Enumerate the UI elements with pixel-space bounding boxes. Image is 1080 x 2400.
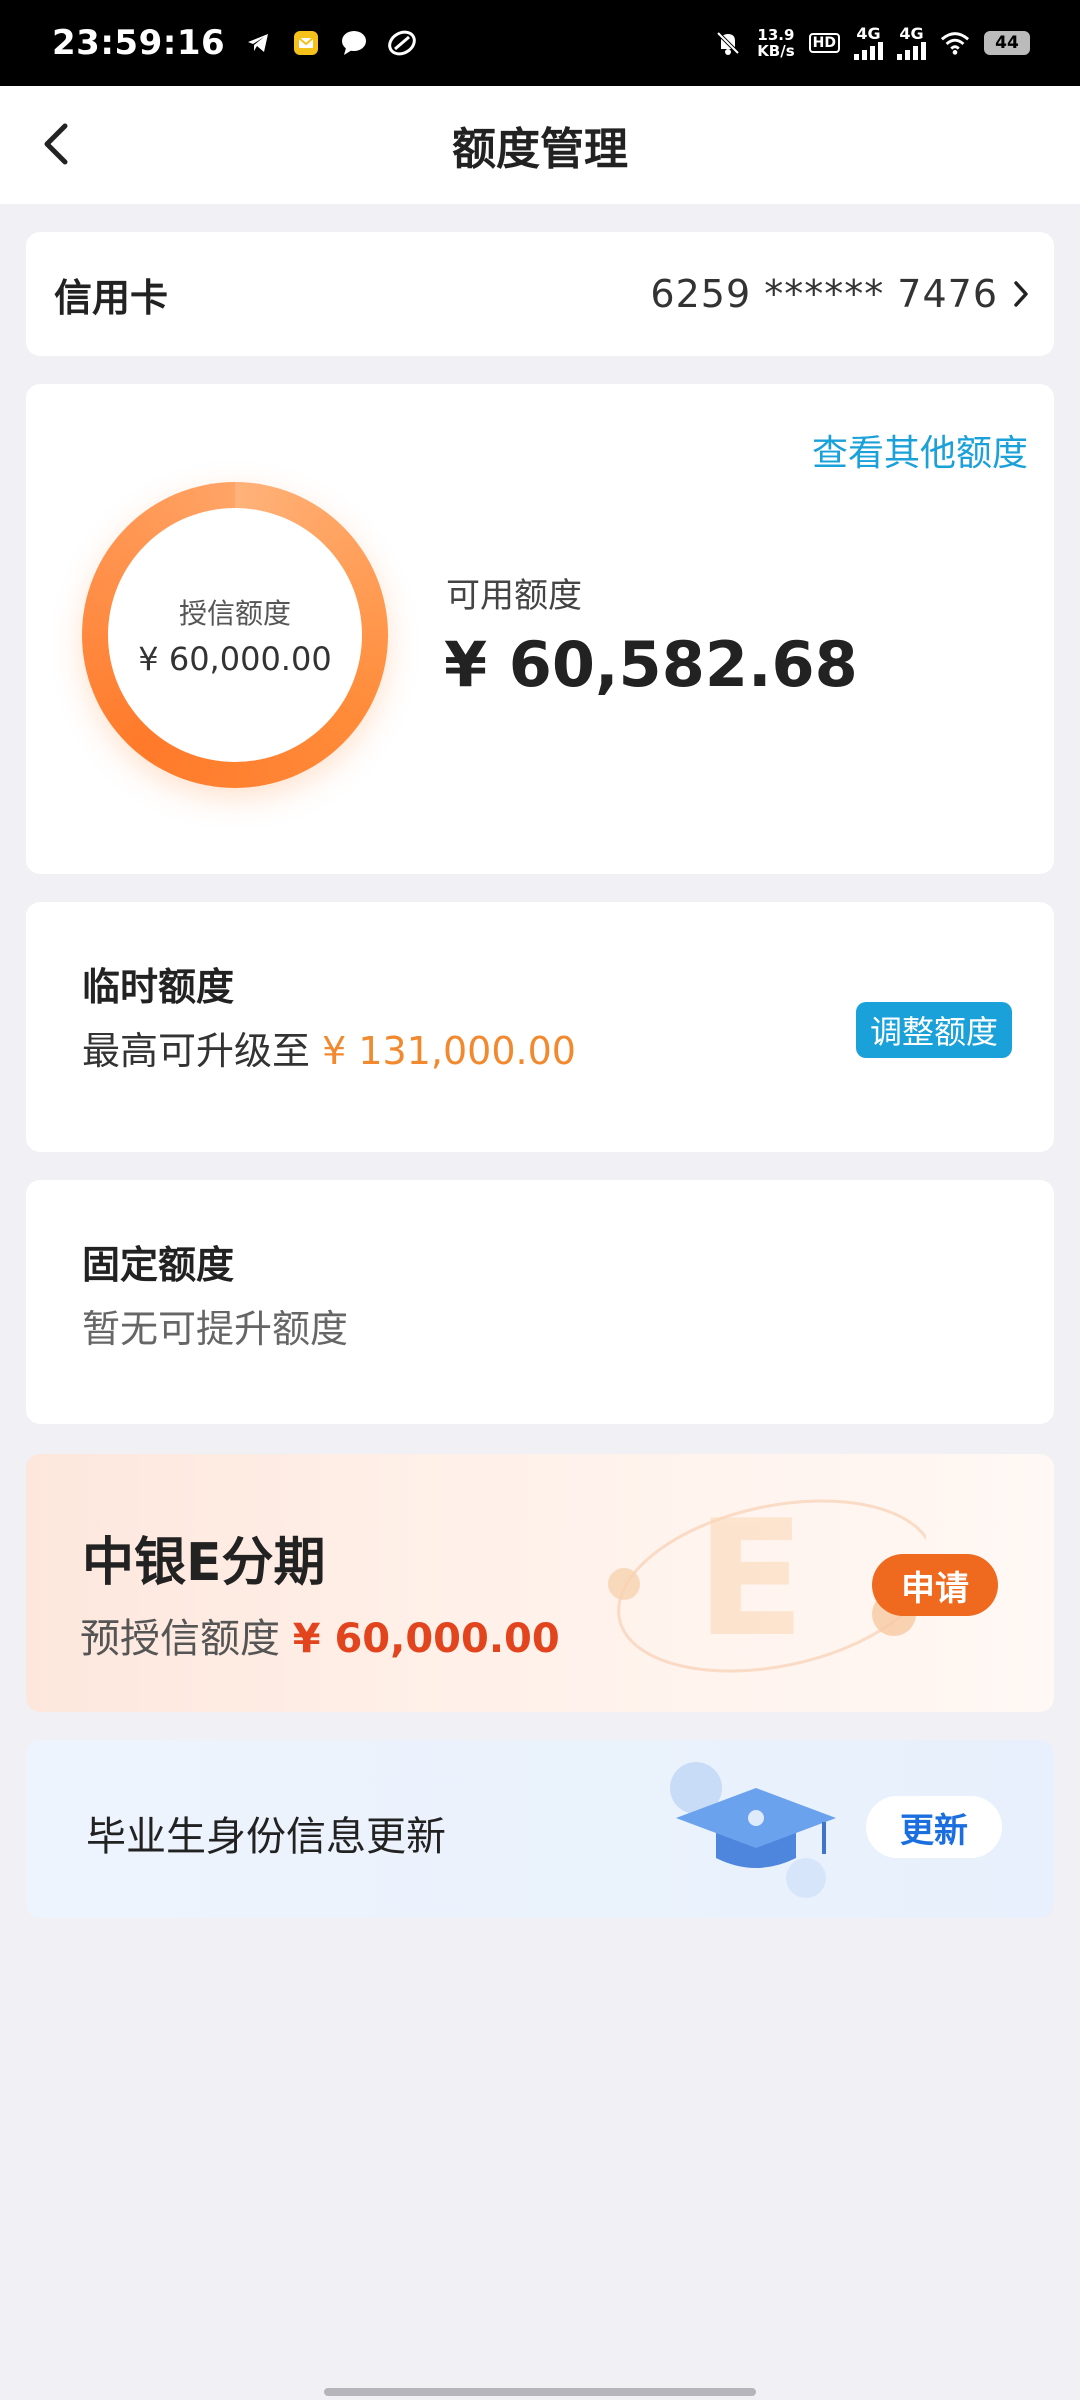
back-button[interactable] — [24, 112, 88, 176]
credit-ring: 授信额度 ¥ 60,000.00 — [82, 482, 388, 788]
fixed-limit-title: 固定额度 — [82, 1243, 235, 1287]
fixed-limit-card: 固定额度 暂无可提升额度 — [26, 1180, 1054, 1424]
update-button[interactable]: 更新 — [866, 1796, 1002, 1858]
installment-amount: ¥ 60,000.00 — [292, 1616, 560, 1662]
chat-bubble-icon — [339, 28, 369, 58]
limit-card: 查看其他额度 授信额度 ¥ 60,000.00 可用额度 ¥ 60,582.68 — [26, 384, 1054, 874]
mute-bell-icon — [713, 28, 743, 58]
card-type-label: 信用卡 — [54, 275, 169, 320]
signal-1-label: 4G — [856, 24, 881, 43]
chevron-right-icon — [1014, 281, 1028, 307]
card-number: 6259 ****** 7476 — [650, 272, 998, 316]
graduation-cap-icon — [670, 1762, 836, 1898]
installment-subtitle: 预授信额度 ¥ 60,000.00 — [80, 1606, 560, 1664]
graduate-update-text: 毕业生身份信息更新 — [86, 1814, 446, 1860]
view-other-limits-link[interactable]: 查看其他额度 — [812, 424, 1028, 476]
network-speed-unit: KB/s — [757, 42, 795, 60]
apply-button[interactable]: 申请 — [872, 1554, 998, 1616]
status-right: 13.9 KB/s HD 4G 4G 44 — [713, 26, 1030, 60]
credit-limit-value: ¥ 60,000.00 — [138, 640, 332, 678]
status-bar: 23:59:16 13.9 KB/s HD 4G 4G 44 — [0, 0, 1080, 86]
temporary-limit-subtitle: 最高可升级至 ¥ 131,000.00 — [82, 1020, 576, 1075]
installment-title: 中银E分期 — [82, 1533, 326, 1593]
credit-limit-label: 授信额度 — [178, 597, 291, 630]
available-limit-value: ¥ 60,582.68 — [444, 628, 858, 701]
temporary-limit-amount: ¥ 131,000.00 — [322, 1029, 576, 1073]
temporary-limit-title: 临时额度 — [82, 965, 235, 1009]
card-selector[interactable]: 信用卡 6259 ****** 7476 — [26, 232, 1054, 356]
credit-ring-inner: 授信额度 ¥ 60,000.00 — [108, 508, 362, 762]
adjust-limit-button[interactable]: 调整额度 — [855, 1002, 1012, 1058]
temporary-limit-prefix: 最高可升级至 — [82, 1029, 323, 1073]
signal-2: 4G — [897, 26, 926, 60]
hd-badge: HD — [808, 33, 840, 53]
signal-bars-icon — [897, 42, 926, 60]
home-indicator[interactable] — [324, 2388, 756, 2396]
signal-2-label: 4G — [899, 24, 924, 43]
fixed-limit-subtitle: 暂无可提升额度 — [82, 1307, 349, 1351]
graduate-update-banner[interactable]: 毕业生身份信息更新 更新 — [26, 1740, 1054, 1918]
app-leaf-icon — [387, 28, 417, 58]
status-left: 23:59:16 — [52, 23, 417, 63]
signal-1: 4G — [854, 26, 883, 60]
mail-app-icon — [291, 28, 321, 58]
installment-banner[interactable]: E 中银E分期 预授信额度 ¥ 60,000.00 申请 — [26, 1454, 1054, 1712]
wifi-icon — [940, 28, 970, 58]
temporary-limit-card: 临时额度 最高可升级至 ¥ 131,000.00 调整额度 — [26, 902, 1054, 1152]
e-letter-decoration: E — [696, 1485, 805, 1672]
network-speed: 13.9 KB/s — [757, 27, 794, 59]
status-time: 23:59:16 — [52, 23, 226, 63]
page-title: 额度管理 — [452, 124, 628, 175]
card-number-wrap: 6259 ****** 7476 — [650, 272, 1030, 316]
telegram-icon — [243, 28, 273, 58]
signal-bars-icon — [854, 42, 883, 60]
nav-bar: 额度管理 — [0, 86, 1080, 204]
chevron-left-icon — [44, 123, 68, 165]
available-limit-label: 可用额度 — [446, 576, 582, 616]
installment-prefix: 预授信额度 — [80, 1616, 293, 1662]
battery-indicator: 44 — [984, 31, 1030, 55]
